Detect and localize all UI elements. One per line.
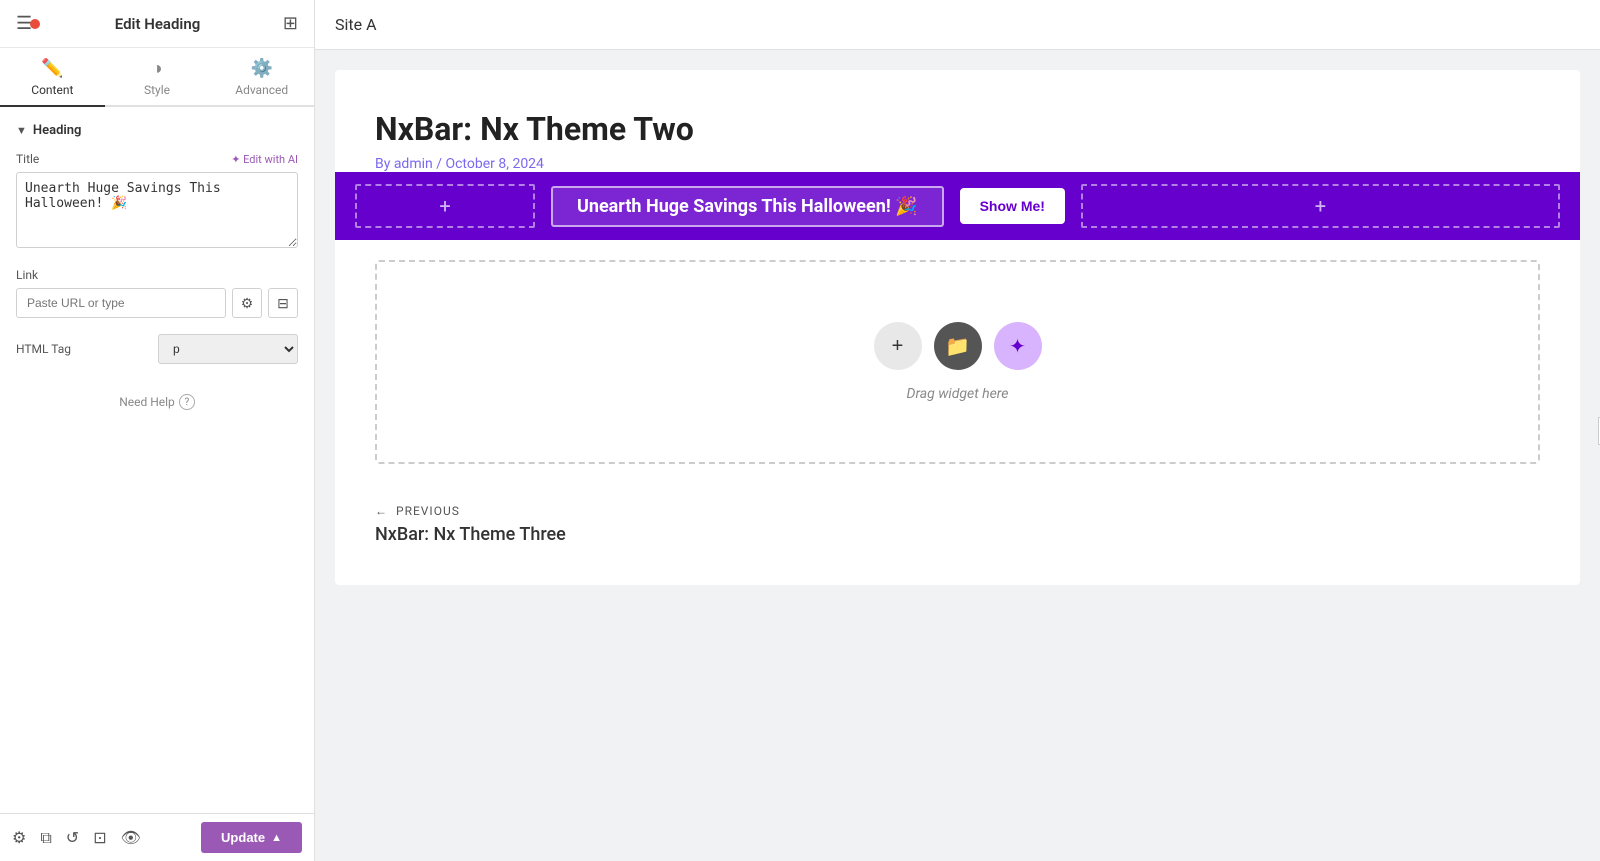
section-arrow: ▼	[16, 124, 27, 137]
ai-widget-button[interactable]: ✦	[994, 322, 1042, 370]
style-tab-label: Style	[144, 83, 170, 97]
advanced-tab-icon: ⚙️	[250, 58, 272, 79]
link-settings-button[interactable]: ⚙	[232, 288, 262, 318]
layers-footer-icon[interactable]: ⧉	[40, 828, 51, 848]
panel-tabs: ✏️ Content ◑ Style ⚙️ Advanced	[0, 48, 314, 107]
section-heading: ▼ Heading	[16, 123, 298, 138]
banner-add-left[interactable]: +	[355, 184, 535, 228]
widget-area: + 📁 ✦ Drag widget here	[375, 260, 1540, 464]
link-row: ⚙ ⊟	[16, 288, 298, 318]
article-title: NxBar: Nx Theme Two	[375, 110, 1540, 148]
style-tab-icon: ◑	[152, 58, 163, 79]
content-tab-icon: ✏️	[41, 58, 63, 79]
tab-advanced[interactable]: ⚙️ Advanced	[209, 48, 314, 105]
history-footer-icon[interactable]: ↺	[66, 828, 79, 848]
page-content: NxBar: Nx Theme Two By admin / October 8…	[335, 70, 1580, 585]
settings-footer-icon[interactable]: ⚙	[12, 828, 26, 848]
panel-footer: ⚙ ⧉ ↺ ⊡ 👁 Update ▲	[0, 813, 314, 861]
content-tab-label: Content	[31, 83, 73, 97]
html-tag-label: HTML Tag	[16, 342, 71, 356]
article-header: NxBar: Nx Theme Two By admin / October 8…	[335, 70, 1580, 172]
purple-banner: + Unearth Huge Savings This Halloween! 🎉…	[335, 172, 1580, 240]
update-label: Update	[221, 830, 265, 845]
canvas: NxBar: Nx Theme Two By admin / October 8…	[315, 50, 1600, 861]
prev-label: PREVIOUS	[396, 504, 460, 518]
panel-title: Edit Heading	[32, 15, 283, 33]
prev-title: NxBar: Nx Theme Three	[375, 524, 1540, 545]
banner-add-right[interactable]: +	[1081, 184, 1560, 228]
link-input[interactable]	[16, 288, 226, 318]
html-tag-row: HTML Tag p h1 h2 h3 h4 h5 h6 div span	[16, 334, 298, 364]
footer-icons: ⚙ ⧉ ↺ ⊡ 👁	[12, 828, 141, 848]
update-chevron: ▲	[271, 832, 282, 844]
section-heading-label: Heading	[33, 123, 82, 138]
link-clear-button[interactable]: ⊟	[268, 288, 298, 318]
edit-ai-button[interactable]: ✦ Edit with AI	[231, 153, 298, 166]
title-label-row: Title ✦ Edit with AI	[16, 152, 298, 166]
right-area: ‹ Site A NxBar: Nx Theme Two By admin / …	[315, 0, 1600, 861]
advanced-tab-label: Advanced	[235, 83, 288, 97]
drag-widget-text: Drag widget here	[907, 386, 1009, 402]
need-help-label: Need Help	[119, 395, 175, 409]
widget-buttons: + 📁 ✦	[874, 322, 1042, 370]
html-tag-select[interactable]: p h1 h2 h3 h4 h5 h6 div span	[158, 334, 298, 364]
tab-content[interactable]: ✏️ Content	[0, 48, 105, 105]
title-label: Title	[16, 152, 39, 166]
previous-section: ← PREVIOUS NxBar: Nx Theme Three	[335, 484, 1580, 585]
update-button[interactable]: Update ▲	[201, 822, 302, 853]
left-panel: ☰ Edit Heading ⊞ ✏️ Content ◑ Style ⚙️ A…	[0, 0, 315, 861]
show-me-button[interactable]: Show Me!	[960, 188, 1065, 224]
responsive-footer-icon[interactable]: ⊡	[93, 828, 106, 848]
title-field-group: Title ✦ Edit with AI Unearth Huge Saving…	[16, 152, 298, 252]
grid-icon[interactable]: ⊞	[283, 13, 298, 34]
help-icon: ?	[179, 394, 195, 410]
header-left: ☰	[16, 13, 32, 34]
title-textarea[interactable]: Unearth Huge Savings This Halloween! 🎉	[16, 172, 298, 248]
banner-heading: Unearth Huge Savings This Halloween! 🎉	[551, 186, 944, 227]
prev-link[interactable]: ← PREVIOUS	[375, 504, 1540, 518]
eye-footer-icon[interactable]: 👁	[121, 828, 141, 848]
prev-arrow: ←	[375, 504, 388, 518]
link-label: Link	[16, 268, 298, 282]
folder-widget-button[interactable]: 📁	[934, 322, 982, 370]
add-widget-button[interactable]: +	[874, 322, 922, 370]
need-help[interactable]: Need Help ?	[16, 394, 298, 410]
link-field-group: Link ⚙ ⊟	[16, 268, 298, 318]
panel-header: ☰ Edit Heading ⊞	[0, 0, 314, 48]
article-meta: By admin / October 8, 2024	[375, 156, 1540, 172]
site-title: Site A	[335, 15, 377, 34]
tab-style[interactable]: ◑ Style	[105, 48, 210, 105]
panel-content: ▼ Heading Title ✦ Edit with AI Unearth H…	[0, 107, 314, 813]
top-bar: Site A	[315, 0, 1600, 50]
red-dot	[30, 19, 40, 29]
